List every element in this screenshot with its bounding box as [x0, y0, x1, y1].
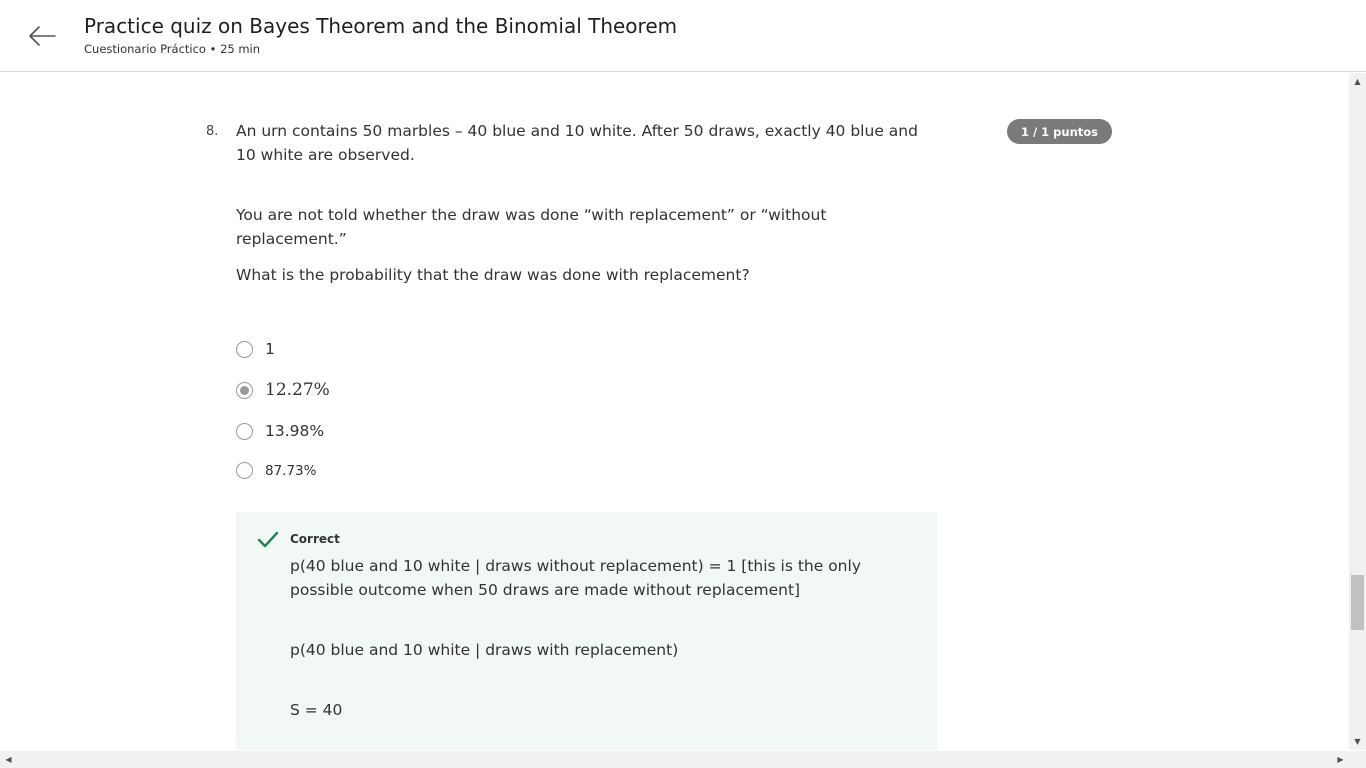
vertical-scroll-thumb[interactable]	[1351, 575, 1364, 630]
checkmark-icon	[257, 531, 279, 548]
page-title: Practice quiz on Bayes Theorem and the B…	[84, 14, 678, 38]
main-content: 8. 1 / 1 puntos An urn contains 50 marbl…	[0, 73, 1349, 750]
radio-button[interactable]	[236, 422, 253, 440]
answer-option-1[interactable]: 1	[236, 340, 275, 358]
answer-option-2[interactable]: 12.27%	[236, 380, 330, 400]
page-subtitle: Cuestionario Práctico • 25 min	[84, 42, 261, 56]
feedback-text: S = 40	[290, 701, 343, 719]
points-badge: 1 / 1 puntos	[1007, 119, 1112, 144]
back-button[interactable]	[22, 16, 62, 56]
question-text: You are not told whether the draw was do…	[236, 206, 827, 248]
option-label: 13.98%	[265, 422, 325, 440]
radio-button-selected[interactable]	[236, 381, 253, 399]
scroll-up-arrow-icon[interactable]: ▲	[1349, 73, 1366, 90]
scroll-down-arrow-icon[interactable]: ▼	[1349, 733, 1366, 750]
answer-option-3[interactable]: 13.98%	[236, 422, 324, 440]
answer-option-4[interactable]: 87.73%	[236, 462, 316, 479]
scroll-left-arrow-icon[interactable]: ◀	[0, 751, 17, 768]
radio-button[interactable]	[236, 462, 253, 479]
option-label: 12.27%	[265, 380, 330, 400]
header: Practice quiz on Bayes Theorem and the B…	[0, 0, 1366, 72]
vertical-scrollbar[interactable]: ▲ ▼	[1349, 73, 1366, 750]
radio-button[interactable]	[236, 340, 253, 358]
arrow-left-icon	[29, 26, 56, 46]
radio-dot	[240, 385, 249, 395]
question-prompt: What is the probability that the draw wa…	[236, 266, 750, 284]
horizontal-scrollbar[interactable]: ◀ ▶	[0, 751, 1349, 768]
scrollbar-corner	[1349, 751, 1366, 768]
feedback-status: Correct	[290, 532, 340, 546]
question-text: An urn contains 50 marbles – 40 blue and…	[236, 122, 918, 164]
feedback-panel: Correct p(40 blue and 10 white | draws w…	[236, 512, 937, 750]
scroll-right-arrow-icon[interactable]: ▶	[1332, 751, 1349, 768]
option-label: 1	[265, 340, 275, 358]
question-number: 8.	[206, 124, 219, 139]
feedback-text: p(40 blue and 10 white | draws with repl…	[290, 641, 679, 659]
option-label: 87.73%	[265, 462, 317, 479]
feedback-text: p(40 blue and 10 white | draws without r…	[290, 557, 861, 599]
